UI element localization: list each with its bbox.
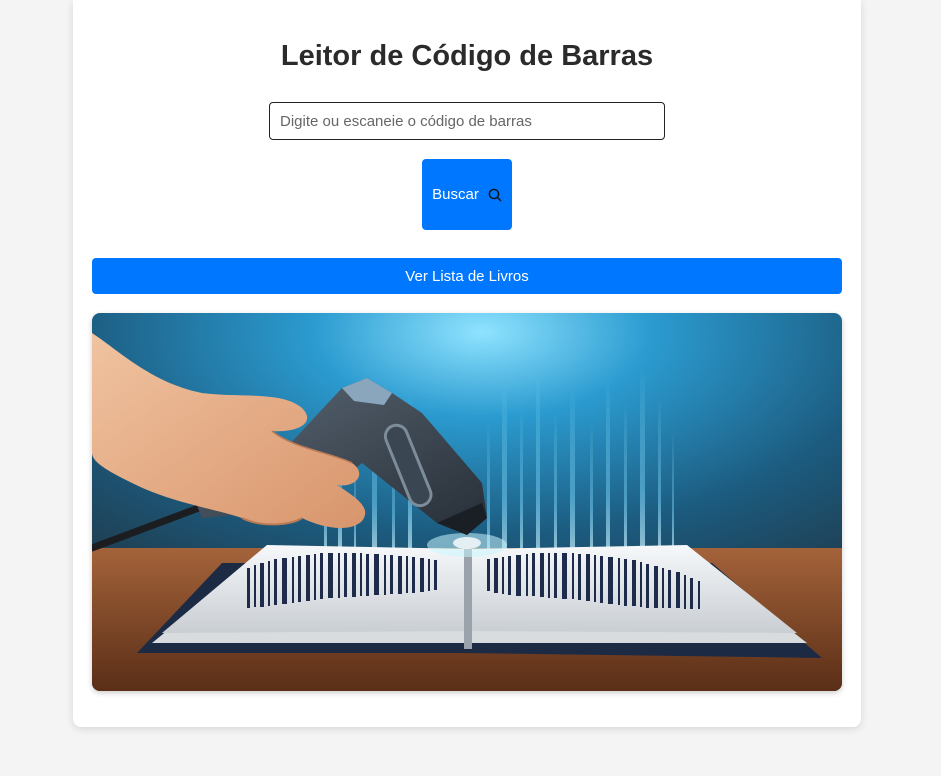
book-list-button[interactable]: Ver Lista de Livros: [92, 258, 842, 294]
barcode-scanner-book-image: [92, 313, 842, 691]
barcode-input[interactable]: [269, 102, 665, 140]
search-button[interactable]: Buscar: [422, 159, 512, 230]
page-title: Leitor de Código de Barras: [280, 40, 654, 72]
search-icon: [488, 188, 502, 202]
search-button-label: Buscar: [432, 186, 479, 203]
main-card: Leitor de Código de Barras Buscar Ver Li…: [73, 0, 861, 727]
